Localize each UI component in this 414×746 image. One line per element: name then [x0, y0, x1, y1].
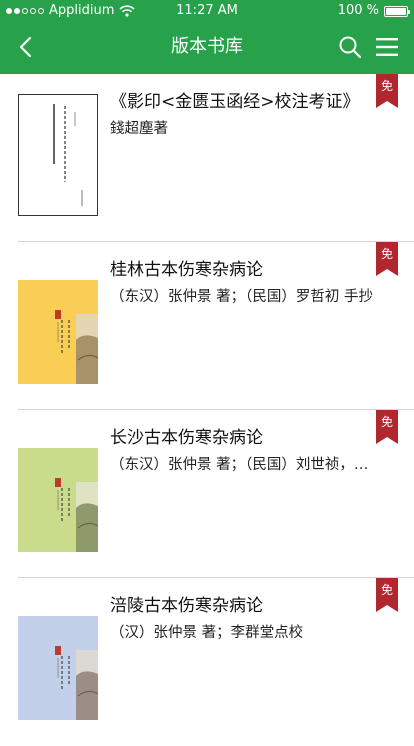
- status-right: 100 %: [337, 0, 410, 22]
- battery-icon: [384, 5, 410, 17]
- list-item[interactable]: 桂林古本伤寒杂病论 （东汉）张仲景 著；（民国）罗哲初 手抄 免: [0, 242, 414, 410]
- free-badge: 免: [376, 410, 398, 444]
- book-title: 桂林古本伤寒杂病论: [110, 260, 263, 280]
- book-title: 涪陵古本伤寒杂病论: [110, 596, 263, 616]
- free-badge: 免: [376, 578, 398, 612]
- free-badge-label: 免: [380, 247, 393, 261]
- book-author: （东汉）张仲景 著；（民国）刘世祯，刘瑞瀜 述: [110, 457, 382, 473]
- free-badge-label: 免: [380, 415, 393, 429]
- free-badge: 免: [376, 74, 398, 108]
- book-author: （汉）张仲景 著；李群堂点校: [110, 625, 304, 641]
- book-cover: [18, 616, 98, 720]
- list-item[interactable]: 长沙古本伤寒杂病论 （东汉）张仲景 著；（民国）刘世祯，刘瑞瀜 述 免: [0, 410, 414, 578]
- book-cover: [18, 94, 98, 216]
- book-title: 《影印<金匮玉函经>校注考证》: [110, 92, 360, 112]
- book-title: 长沙古本伤寒杂病论: [110, 428, 263, 448]
- book-author: 錢超塵著: [110, 121, 168, 137]
- list-item[interactable]: 涪陵古本伤寒杂病论 （汉）张仲景 著；李群堂点校 免: [0, 578, 414, 746]
- nav-bar: 版本书库: [0, 22, 414, 74]
- free-badge: 免: [376, 242, 398, 276]
- book-cover: [18, 448, 98, 552]
- list-item[interactable]: 《影印<金匮玉函经>校注考证》 錢超塵著 免: [0, 74, 414, 242]
- menu-icon[interactable]: [375, 36, 399, 58]
- app-header: Applidium 11:27 AM 100 % 版本书库: [0, 0, 414, 74]
- battery-percent: 100 %: [337, 3, 379, 18]
- free-badge-label: 免: [380, 79, 393, 93]
- book-author: （东汉）张仲景 著；（民国）罗哲初 手抄: [110, 289, 373, 305]
- search-icon[interactable]: [338, 35, 362, 59]
- status-bar: Applidium 11:27 AM 100 %: [0, 0, 414, 22]
- book-cover: [18, 280, 98, 384]
- free-badge-label: 免: [380, 583, 393, 597]
- book-list: 《影印<金匮玉函经>校注考证》 錢超塵著 免 桂林古本伤寒杂病论 （东汉）张仲景…: [0, 74, 414, 746]
